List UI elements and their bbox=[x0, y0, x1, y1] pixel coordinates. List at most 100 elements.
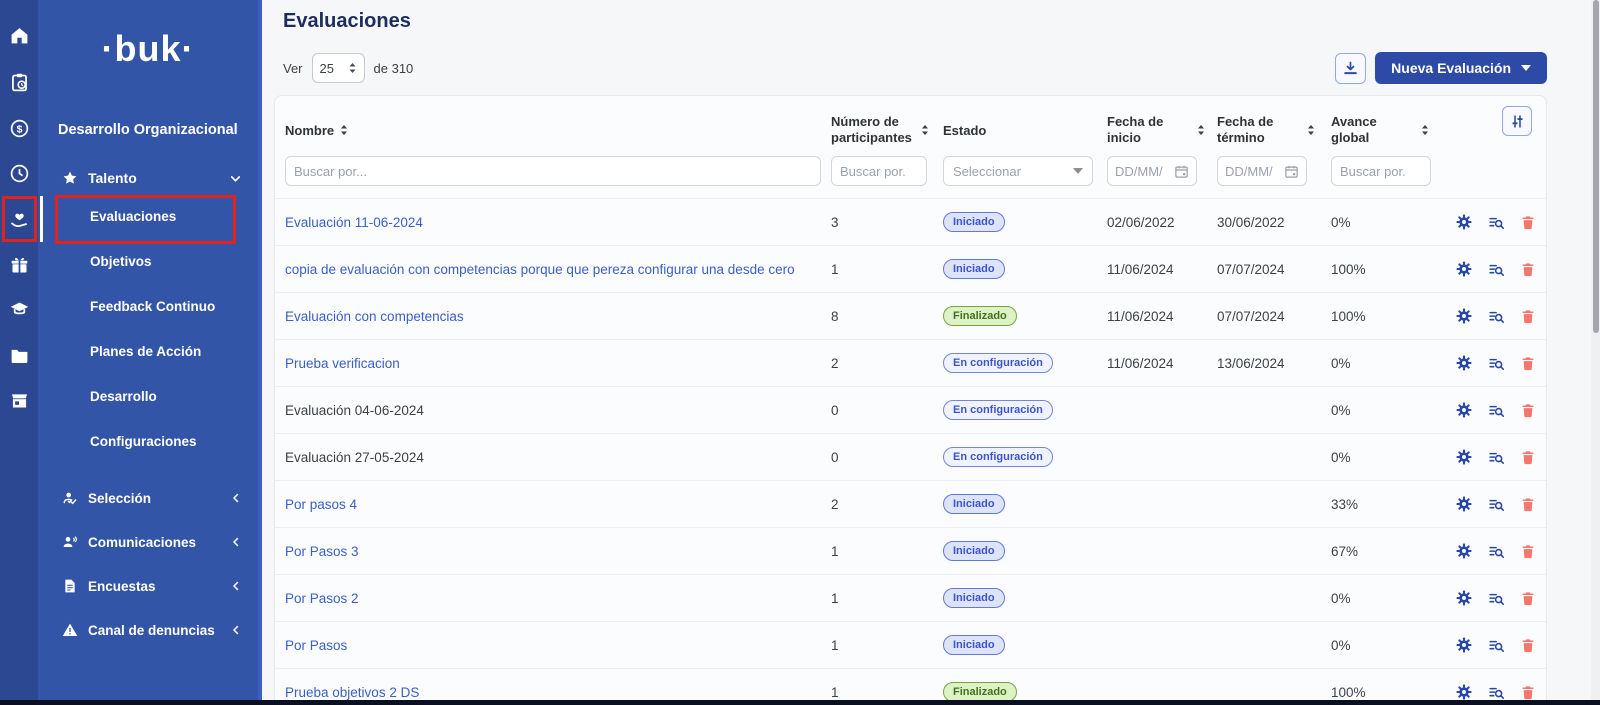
configure-button[interactable] bbox=[1455, 636, 1473, 654]
review-button[interactable] bbox=[1487, 683, 1505, 701]
download-button[interactable] bbox=[1335, 53, 1366, 84]
delete-button[interactable] bbox=[1519, 448, 1537, 466]
sidebar-item-desarrollo[interactable]: Desarrollo bbox=[38, 374, 258, 419]
review-button[interactable] bbox=[1487, 260, 1505, 278]
configure-button[interactable] bbox=[1455, 448, 1473, 466]
delete-button[interactable] bbox=[1519, 636, 1537, 654]
sort-icon[interactable] bbox=[340, 124, 348, 136]
rail-marketplace-button[interactable] bbox=[0, 377, 38, 423]
sidebar-item-objetivos[interactable]: Objetivos bbox=[38, 239, 258, 284]
delete-button[interactable] bbox=[1519, 589, 1537, 607]
sidebar-item-canal-de-denuncias[interactable]: Canal de denuncias bbox=[62, 608, 242, 652]
filter-nombre-input[interactable] bbox=[285, 156, 821, 186]
review-button[interactable] bbox=[1487, 354, 1505, 372]
evaluation-name-link[interactable]: Prueba verificacion bbox=[285, 356, 400, 371]
sort-caret-icon bbox=[348, 62, 357, 74]
sidebar-item-comunicaciones[interactable]: Comunicaciones bbox=[62, 520, 242, 564]
evaluation-name-link[interactable]: copia de evaluación con competencias por… bbox=[285, 262, 795, 277]
rail-documents-button[interactable] bbox=[0, 332, 38, 378]
filter-fecha-inicio-input[interactable]: DD/MM/ bbox=[1107, 156, 1197, 186]
new-evaluation-button[interactable]: Nueva Evaluación bbox=[1375, 52, 1547, 84]
show-label: Ver bbox=[283, 61, 303, 76]
evaluation-name-link[interactable]: Por Pasos bbox=[285, 638, 347, 653]
rail-home-button[interactable] bbox=[0, 12, 38, 58]
status-badge: Finalizado bbox=[943, 682, 1017, 702]
rail-time-button[interactable] bbox=[0, 150, 38, 196]
configure-button[interactable] bbox=[1455, 260, 1473, 278]
evaluation-name-link[interactable]: Evaluación con competencias bbox=[285, 309, 464, 324]
filter-fecha-termino-input[interactable]: DD/MM/ bbox=[1217, 156, 1307, 186]
column-header-participantes[interactable]: Número de participantes bbox=[821, 110, 933, 150]
delete-button[interactable] bbox=[1519, 213, 1537, 231]
sidebar-item-planes-de-accion[interactable]: Planes de Acción bbox=[38, 329, 258, 374]
calendar-icon bbox=[1174, 164, 1189, 179]
rail-payroll-button[interactable]: $ bbox=[0, 105, 38, 151]
review-button[interactable] bbox=[1487, 495, 1505, 513]
delete-button[interactable] bbox=[1519, 354, 1537, 372]
delete-button[interactable] bbox=[1519, 495, 1537, 513]
education-icon bbox=[9, 299, 30, 320]
sidebar-item-talento[interactable]: Talento bbox=[62, 170, 242, 186]
delete-button[interactable] bbox=[1519, 542, 1537, 560]
evaluation-name-link[interactable]: Evaluación 27-05-2024 bbox=[285, 450, 424, 465]
delete-button[interactable] bbox=[1519, 401, 1537, 419]
sidebar-item-encuestas[interactable]: Encuestas bbox=[62, 564, 242, 608]
scrollbar[interactable] bbox=[1591, 0, 1600, 700]
evaluation-name-link[interactable]: Por Pasos 2 bbox=[285, 591, 359, 606]
configure-button[interactable] bbox=[1455, 495, 1473, 513]
review-button[interactable] bbox=[1487, 589, 1505, 607]
configure-button[interactable] bbox=[1455, 683, 1473, 701]
evaluation-name-link[interactable]: Por Pasos 3 bbox=[285, 544, 359, 559]
configure-button[interactable] bbox=[1455, 354, 1473, 372]
page-size-select[interactable]: 25 bbox=[312, 53, 365, 83]
start-date-value: 11/06/2024 bbox=[1097, 262, 1207, 277]
column-settings-button[interactable] bbox=[1502, 106, 1532, 136]
review-button[interactable] bbox=[1487, 401, 1505, 419]
sidebar-item-configuraciones[interactable]: Configuraciones bbox=[38, 419, 258, 464]
rail-clipboard-button[interactable] bbox=[0, 59, 38, 105]
evaluation-name-link[interactable]: Evaluación 11-06-2024 bbox=[285, 215, 423, 230]
evaluation-name-link[interactable]: Evaluación 04-06-2024 bbox=[285, 403, 424, 418]
sort-icon[interactable] bbox=[1421, 124, 1429, 136]
review-button[interactable] bbox=[1487, 542, 1505, 560]
sort-icon[interactable] bbox=[1197, 124, 1205, 136]
review-button[interactable] bbox=[1487, 213, 1505, 231]
status-badge: Iniciado bbox=[943, 494, 1005, 514]
configure-button[interactable] bbox=[1455, 307, 1473, 325]
table-row: Por Pasos 2 1 Iniciado 0% bbox=[275, 574, 1546, 621]
evaluation-name-link[interactable]: Prueba objetivos 2 DS bbox=[285, 685, 419, 700]
participants-value: 1 bbox=[821, 685, 933, 700]
delete-button[interactable] bbox=[1519, 307, 1537, 325]
chevron-down-icon bbox=[229, 172, 242, 185]
evaluation-name-link[interactable]: Por pasos 4 bbox=[285, 497, 357, 512]
rail-talent-button[interactable] bbox=[0, 196, 38, 242]
configure-button[interactable] bbox=[1455, 542, 1473, 560]
sort-icon[interactable] bbox=[921, 124, 929, 136]
configure-button[interactable] bbox=[1455, 213, 1473, 231]
review-button[interactable] bbox=[1487, 448, 1505, 466]
rail-benefits-button[interactable] bbox=[0, 242, 38, 288]
evaluations-table: Nombre Número de participantes Estado Fe… bbox=[274, 95, 1547, 705]
delete-button[interactable] bbox=[1519, 260, 1537, 278]
delete-button[interactable] bbox=[1519, 683, 1537, 701]
new-evaluation-label: Nueva Evaluación bbox=[1391, 60, 1511, 76]
column-header-avance-global[interactable]: Avance global bbox=[1321, 110, 1437, 150]
column-header-fecha-inicio[interactable]: Fecha de inicio bbox=[1097, 110, 1207, 150]
filter-participantes-input[interactable] bbox=[831, 156, 927, 186]
status-badge: Finalizado bbox=[943, 306, 1017, 326]
sidebar-item-seleccion[interactable]: Selección bbox=[62, 476, 242, 520]
review-button[interactable] bbox=[1487, 636, 1505, 654]
sidebar-item-feedback-continuo[interactable]: Feedback Continuo bbox=[38, 284, 258, 329]
filter-estado-select[interactable]: Seleccionar bbox=[943, 156, 1093, 186]
sort-icon[interactable] bbox=[1307, 124, 1315, 136]
configure-button[interactable] bbox=[1455, 589, 1473, 607]
scrollbar-thumb[interactable] bbox=[1593, 0, 1599, 333]
filter-avance-input[interactable] bbox=[1331, 156, 1431, 186]
trash-icon bbox=[1520, 543, 1536, 560]
configure-button[interactable] bbox=[1455, 401, 1473, 419]
column-header-fecha-termino[interactable]: Fecha de término bbox=[1207, 110, 1321, 150]
sidebar-item-evaluaciones[interactable]: Evaluaciones bbox=[38, 194, 258, 239]
review-button[interactable] bbox=[1487, 307, 1505, 325]
column-header-nombre[interactable]: Nombre bbox=[275, 110, 821, 150]
rail-training-button[interactable] bbox=[0, 286, 38, 332]
